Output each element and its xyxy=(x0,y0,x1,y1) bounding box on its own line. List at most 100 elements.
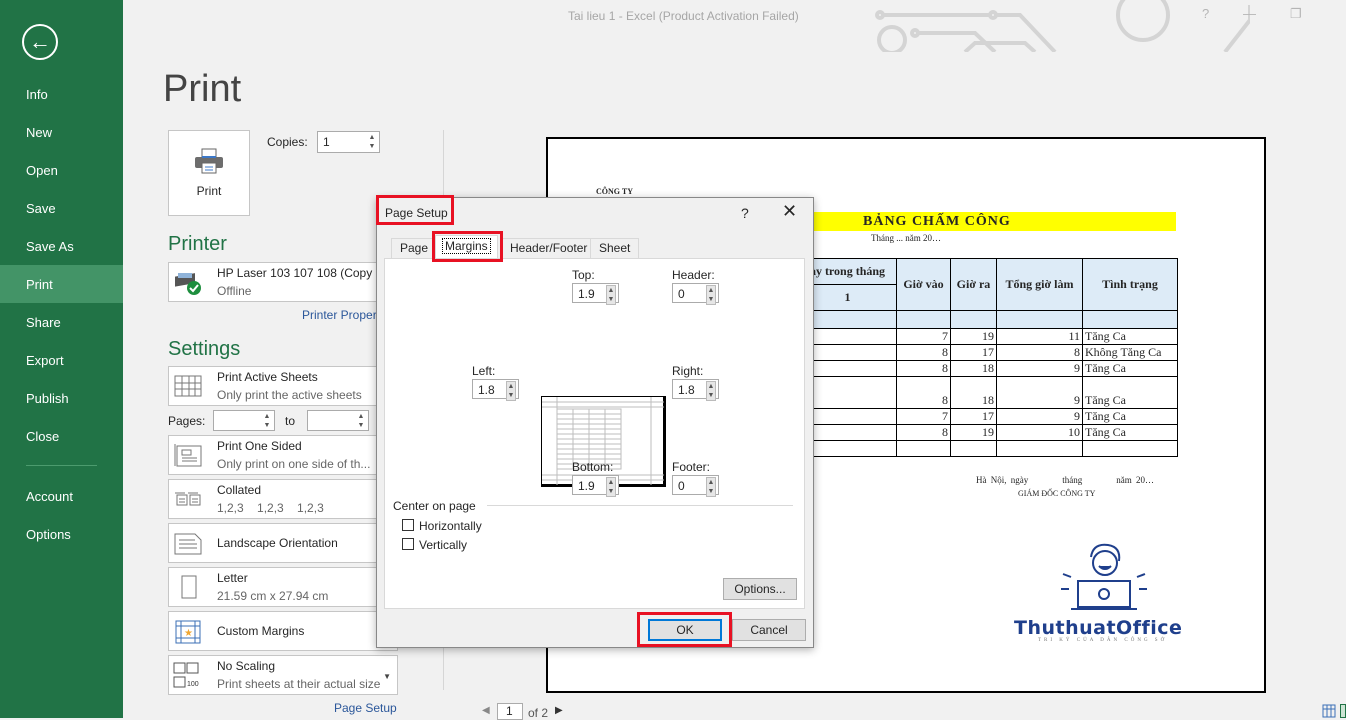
dropdown-arrow-icon[interactable]: ▼ xyxy=(383,672,391,681)
setting-orientation[interactable]: Landscape Orientation xyxy=(168,523,398,563)
right-margin-input[interactable]: 1.8 ▲ ▼ xyxy=(672,379,719,401)
top-margin-input[interactable]: 1.9 ▲ ▼ xyxy=(572,283,619,305)
cell-status: Tăng Ca xyxy=(1082,360,1178,377)
dialog-title: Page Setup xyxy=(385,206,448,220)
next-page-icon[interactable]: ▶ xyxy=(555,705,563,716)
setting-subtitle: Only print on one side of th... xyxy=(217,457,371,471)
spin-arrows-icon[interactable]: ▲ ▼ xyxy=(606,477,616,497)
setting-print-what[interactable]: Print Active Sheets Only print the activ… xyxy=(168,366,398,406)
setting-title: Custom Margins xyxy=(217,624,305,638)
tab-margins-label: Margins xyxy=(442,238,491,254)
previous-page-icon[interactable]: ◀ xyxy=(482,705,490,716)
sidebar-item-print[interactable]: Print xyxy=(0,265,123,303)
tab-page[interactable]: Page xyxy=(391,238,438,258)
show-margins-icon[interactable] xyxy=(1322,704,1336,718)
zoom-to-page-button[interactable] xyxy=(1340,704,1346,718)
margins-tab-panel: Top: 1.9 ▲▼ Header: 0 ▲▼ Left: 1.8 ▲▼ xyxy=(384,258,805,609)
setting-sides[interactable]: Print One Sided Only print on one side o… xyxy=(168,435,398,475)
dialog-help-button[interactable]: ? xyxy=(741,205,749,221)
cell-total: 8 xyxy=(996,344,1083,361)
setting-scaling[interactable]: 100 No Scaling Print sheets at their act… xyxy=(168,655,398,695)
vertically-label[interactable]: Vertically xyxy=(419,538,467,552)
spin-arrows-icon[interactable]: ▲ ▼ xyxy=(262,412,272,430)
pages-to-input[interactable]: ▲ ▼ xyxy=(307,410,369,431)
table-row: 7 17 9 Tăng Ca xyxy=(798,408,1178,425)
cell-status: Không Tăng Ca xyxy=(1082,344,1178,361)
restore-button[interactable]: ❐ xyxy=(1290,6,1302,22)
tab-header-footer[interactable]: Header/Footer xyxy=(501,238,597,258)
logo-tagline: TRI KỶ CỦA DÂN CÔNG SỞ xyxy=(1038,638,1168,643)
print-button-label: Print xyxy=(196,184,222,198)
footer-margin-input[interactable]: 0 ▲ ▼ xyxy=(672,475,719,497)
sidebar-item-new[interactable]: New xyxy=(0,113,123,151)
options-button[interactable]: Options... xyxy=(723,578,797,600)
page-setup-dialog: Page Setup ? ✕ Page Margins Header/Foote… xyxy=(376,197,814,648)
setting-subtitle: 21.59 cm x 27.94 cm xyxy=(217,589,329,603)
sidebar-item-close[interactable]: Close xyxy=(0,417,123,455)
back-arrow-icon[interactable]: ← xyxy=(22,24,58,60)
help-icon[interactable]: ? xyxy=(1202,6,1209,21)
logo-text: ThuthuatOffice xyxy=(1014,617,1183,639)
sidebar-item-options[interactable]: Options xyxy=(0,515,123,553)
left-label: Left: xyxy=(472,364,496,378)
printer-selector[interactable]: HP Laser 103 107 108 (Copy 1) Offline xyxy=(168,262,398,302)
spin-arrows-icon[interactable]: ▲ ▼ xyxy=(706,381,716,401)
copies-value: 1 xyxy=(323,135,330,149)
spin-arrows-icon[interactable]: ▲ ▼ xyxy=(367,133,377,151)
spin-arrows-icon[interactable]: ▲ ▼ xyxy=(356,412,366,430)
horizontally-label[interactable]: Horizontally xyxy=(419,519,482,533)
paper-icon xyxy=(181,575,197,599)
setting-collation[interactable]: Collated 1,2,3 1,2,3 1,2,3 xyxy=(168,479,398,519)
horizontally-checkbox[interactable] xyxy=(402,519,414,531)
setting-subtitle: Only print the active sheets xyxy=(217,388,362,402)
vertically-checkbox[interactable] xyxy=(402,538,414,550)
group-divider xyxy=(487,505,793,506)
one-sided-icon xyxy=(174,444,202,467)
spin-arrows-icon[interactable]: ▲ ▼ xyxy=(606,285,616,305)
left-margin-input[interactable]: 1.8 ▲ ▼ xyxy=(472,379,519,401)
setting-paper-size[interactable]: Letter 21.59 cm x 27.94 cm xyxy=(168,567,398,607)
sidebar-item-account[interactable]: Account xyxy=(0,477,123,515)
cancel-button[interactable]: Cancel xyxy=(732,619,806,641)
page-number-input[interactable]: 1 xyxy=(497,703,523,720)
table-row: 7 19 11 Tăng Ca xyxy=(798,328,1178,345)
spin-arrows-icon[interactable]: ▲ ▼ xyxy=(706,285,716,305)
no-scaling-icon: 100 xyxy=(173,662,199,688)
ok-button[interactable]: OK xyxy=(648,619,722,641)
dialog-close-button[interactable]: ✕ xyxy=(782,201,797,222)
tab-margins[interactable]: Margins xyxy=(435,235,498,258)
minimize-button[interactable]: — xyxy=(1243,6,1256,21)
setting-subtitle: 1,2,3 1,2,3 1,2,3 xyxy=(217,501,324,515)
sidebar-item-export[interactable]: Export xyxy=(0,341,123,379)
setting-margins[interactable]: ★ Custom Margins xyxy=(168,611,398,651)
signature-title: GIÁM ĐỐC CÔNG TY xyxy=(1018,489,1096,498)
header-margin-input[interactable]: 0 ▲ ▼ xyxy=(672,283,719,305)
sidebar-item-info[interactable]: Info xyxy=(0,75,123,113)
cell-total: 10 xyxy=(996,424,1083,441)
header-total-hours: Tổng giờ làm xyxy=(996,258,1083,311)
cell-status: Tăng Ca xyxy=(1082,376,1178,409)
print-button[interactable]: Print xyxy=(168,130,250,216)
page-setup-link[interactable]: Page Setup xyxy=(334,701,397,715)
cell-in: 8 xyxy=(896,360,951,377)
spin-arrows-icon[interactable]: ▲ ▼ xyxy=(506,381,516,401)
copies-label: Copies: xyxy=(267,135,308,149)
table-row: 8 17 8 Không Tăng Ca xyxy=(798,344,1178,361)
bottom-margin-input[interactable]: 1.9 ▲ ▼ xyxy=(572,475,619,497)
window-title: Tai lieu 1 - Excel (Product Activation F… xyxy=(568,9,799,23)
sidebar-item-share[interactable]: Share xyxy=(0,303,123,341)
sidebar-item-save-as[interactable]: Save As xyxy=(0,227,123,265)
cell-status: Tăng Ca xyxy=(1082,328,1178,345)
spin-arrows-icon[interactable]: ▲ ▼ xyxy=(706,477,716,497)
backstage-sidebar: ← Info New Open Save Save As Print Share… xyxy=(0,0,123,718)
cell-status: Tăng Ca xyxy=(1082,424,1178,441)
sidebar-item-save[interactable]: Save xyxy=(0,189,123,227)
tab-sheet[interactable]: Sheet xyxy=(590,238,640,258)
cell-total: 11 xyxy=(996,328,1083,345)
cell-total: 9 xyxy=(996,376,1083,409)
pages-from-input[interactable]: ▲ ▼ xyxy=(213,410,275,431)
copies-input[interactable]: 1 ▲ ▼ xyxy=(317,131,380,153)
sidebar-item-publish[interactable]: Publish xyxy=(0,379,123,417)
sidebar-item-open[interactable]: Open xyxy=(0,151,123,189)
pages-label: Pages: xyxy=(168,414,206,428)
